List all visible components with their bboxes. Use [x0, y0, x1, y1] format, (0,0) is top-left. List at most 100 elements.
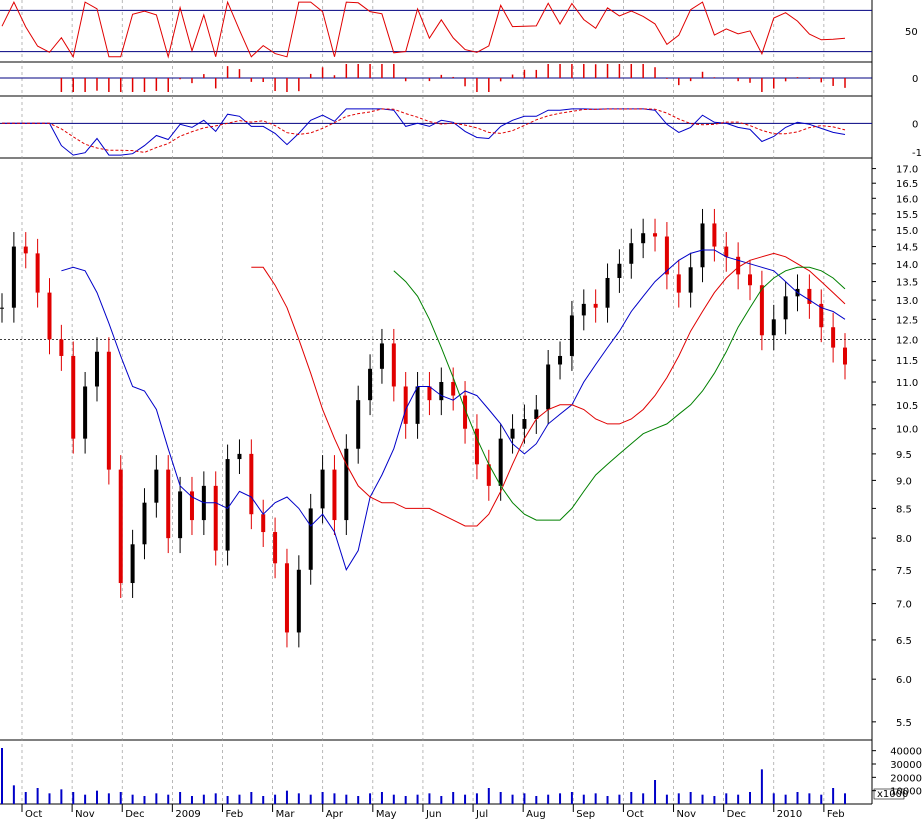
- volume-unit-label: x1000: [877, 789, 908, 800]
- x-tick-label: Feb: [225, 809, 243, 820]
- price-y-tick-label: 7.0: [896, 600, 912, 611]
- price-candle-body: [581, 303, 586, 316]
- price-candle-body: [831, 327, 836, 348]
- price-candle-body: [332, 469, 337, 521]
- price-y-tick-label: 16.5: [896, 179, 918, 190]
- macd-signal-line: [2, 108, 846, 153]
- x-tick-label: 2009: [175, 809, 200, 820]
- price-y-tick-label: 9.5: [896, 450, 912, 461]
- x-tick-label: Apr: [326, 809, 344, 820]
- price-y-tick-label: 5.5: [896, 718, 912, 729]
- price-y-tick-label: 13.0: [896, 296, 918, 307]
- price-candle-body: [653, 233, 658, 237]
- price-candle-body: [569, 315, 574, 356]
- price-candle-body: [391, 343, 396, 387]
- price-y-tick-label: 6.0: [896, 675, 912, 686]
- x-tick-label: Oct: [25, 809, 42, 820]
- price-y-tick-label: 13.5: [896, 278, 918, 289]
- x-tick-label: Feb: [827, 809, 845, 820]
- chart-canvas: Oct Nov Dec 2009 Feb Mar Apr May Jun Jul Aug Sep Oct…: [0, 0, 922, 820]
- price-y-tick-label: 6.5: [896, 636, 912, 647]
- price-candle-body: [59, 339, 64, 356]
- price-y-tick-label: 11.5: [896, 356, 918, 367]
- price-candle-body: [118, 469, 123, 584]
- price-candle-body: [308, 508, 313, 570]
- x-tick-label: Dec: [125, 809, 144, 820]
- price-y-tick-label: 17.0: [896, 165, 918, 176]
- price-candle-body: [71, 355, 76, 439]
- price-candle-body: [724, 246, 729, 257]
- price-y-tick-label: 7.5: [896, 566, 912, 577]
- volume-y-tick-label: 30000: [890, 760, 922, 771]
- price-candle-body: [83, 386, 88, 439]
- price-candle-body: [807, 288, 812, 304]
- price-candle-body: [617, 263, 622, 278]
- price-candle-body: [237, 453, 242, 460]
- macd-y-tick-label: -1: [912, 148, 922, 159]
- price-candle-body: [273, 532, 278, 564]
- price-y-tick-label: 15.0: [896, 226, 918, 237]
- price-y-tick-label: 8.5: [896, 504, 912, 515]
- price-candle-body: [593, 303, 598, 308]
- price-candle-body: [284, 563, 289, 633]
- macd-y-tick-label: 0: [912, 119, 918, 130]
- x-tick-label: May: [376, 809, 397, 820]
- x-tick-label: Aug: [526, 809, 546, 820]
- price-candle-body: [759, 285, 764, 336]
- x-tick-label: Nov: [75, 809, 95, 820]
- price-candle-body: [700, 223, 705, 268]
- volume-y-tick-label: 20000: [890, 773, 922, 784]
- price-y-tick-label: 16.0: [896, 194, 918, 205]
- price-y-tick-label: 12.0: [896, 335, 918, 346]
- price-candles: [0, 208, 847, 648]
- price-candle-body: [344, 448, 349, 521]
- price-candle-body: [356, 400, 361, 449]
- x-tick-label: Oct: [626, 809, 643, 820]
- oscillator-y-tick-label: 0: [912, 74, 918, 85]
- vertical-grid: [21, 0, 825, 812]
- price-candle-body: [843, 347, 847, 365]
- stock-chart: Oct Nov Dec 2009 Feb Mar Apr May Jun Jul Aug Sep Oct…: [0, 0, 923, 820]
- price-candle-body: [368, 368, 373, 401]
- price-candle-body: [510, 428, 515, 439]
- price-candle-body: [142, 502, 147, 545]
- x-tick-label: Jun: [425, 809, 442, 820]
- x-tick-label: Sep: [576, 809, 595, 820]
- price-candle-body: [427, 386, 432, 401]
- price-y-tick-label: 8.0: [896, 534, 912, 545]
- price-candle-body: [320, 469, 325, 509]
- price-candle-body: [546, 364, 551, 410]
- x-tick-label: 2010: [777, 809, 802, 820]
- price-candle-body: [605, 277, 610, 308]
- price-candle-body: [629, 243, 634, 264]
- price-candle-body: [11, 246, 16, 308]
- price-y-tick-label: 15.5: [896, 210, 918, 221]
- price-candle-body: [558, 355, 563, 365]
- price-y-tick-label: 12.5: [896, 315, 918, 326]
- volume-y-tick-label: 40000: [890, 747, 922, 758]
- price-y-tick-label: 10.0: [896, 425, 918, 436]
- price-candle-body: [712, 223, 717, 247]
- price-candle-body: [641, 233, 646, 244]
- macd-line: [2, 108, 846, 156]
- price-candle-body: [154, 469, 159, 503]
- price-candle-body: [35, 253, 40, 293]
- x-tick-label: Jul: [475, 809, 488, 820]
- price-candle-body: [498, 438, 503, 486]
- price-y-tick-label: 10.5: [896, 401, 918, 412]
- price-candle-body: [415, 386, 420, 424]
- rsi-y-tick-label: 50: [905, 27, 918, 38]
- price-candle-body: [676, 274, 681, 293]
- price-candle-body: [0, 307, 4, 309]
- price-y-tick-label: 9.0: [896, 476, 912, 487]
- x-tick-label: Nov: [677, 809, 697, 820]
- price-candle-body: [213, 485, 218, 551]
- price-candle-body: [94, 351, 99, 387]
- price-candle-body: [130, 544, 135, 584]
- price-candle-body: [47, 292, 52, 340]
- price-candle-body: [178, 491, 183, 539]
- price-candle-body: [688, 267, 693, 293]
- price-candle-body: [106, 351, 111, 470]
- price-candle-body: [261, 514, 266, 533]
- price-candle-body: [783, 296, 788, 320]
